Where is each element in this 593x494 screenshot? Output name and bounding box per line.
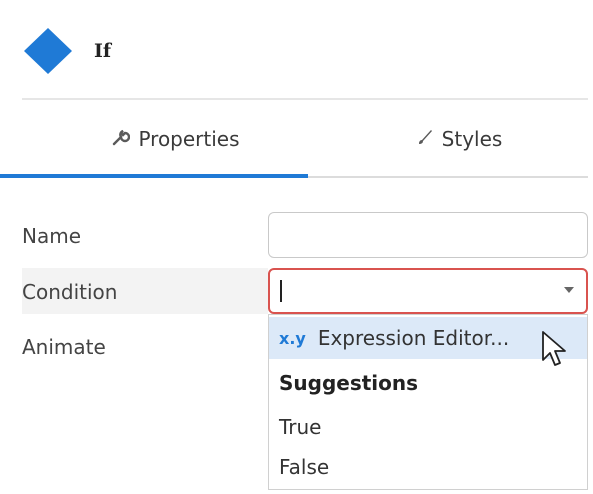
tab-divider xyxy=(308,176,588,178)
brush-icon xyxy=(416,128,434,151)
tab-styles-label: Styles xyxy=(441,127,503,151)
condition-label: Condition xyxy=(22,280,118,304)
tab-properties-label: Properties xyxy=(138,127,240,151)
properties-panel: If Properties Styles Name Condition Anim… xyxy=(0,0,593,494)
mouse-pointer-icon xyxy=(540,330,568,374)
node-title: If xyxy=(94,40,112,62)
name-field[interactable] xyxy=(268,212,588,258)
expression-editor-label: Expression Editor... xyxy=(317,326,510,350)
condition-field[interactable] xyxy=(268,268,588,314)
animate-label: Animate xyxy=(22,335,106,359)
name-label: Name xyxy=(22,224,82,248)
option-true[interactable]: True xyxy=(269,407,587,447)
blue-diamond-icon xyxy=(22,26,74,76)
active-tab-indicator xyxy=(0,174,308,178)
tab-styles[interactable]: Styles xyxy=(330,100,588,178)
node-header: If xyxy=(22,26,111,76)
wrench-icon xyxy=(112,128,131,151)
tab-properties[interactable]: Properties xyxy=(22,100,330,178)
expression-icon: x.y xyxy=(279,328,306,348)
chevron-down-icon[interactable] xyxy=(564,287,574,293)
tab-bar: Properties Styles xyxy=(22,100,588,178)
text-caret xyxy=(280,280,282,302)
option-false[interactable]: False xyxy=(269,447,587,487)
